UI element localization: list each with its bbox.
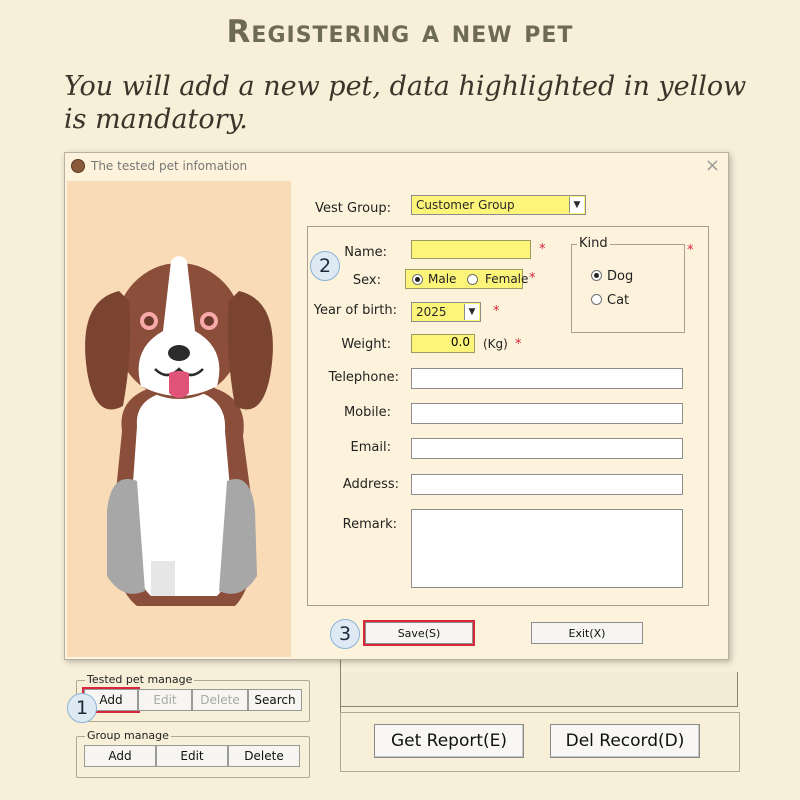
kind-groupbox [571,244,685,333]
sex-required-mark: * [529,271,536,286]
tested-pet-manage-title: Tested pet manage [85,673,195,686]
telephone-label: Telephone: [328,370,399,385]
name-label: Name: [344,245,387,260]
delete-pet-button[interactable]: Delete [192,689,248,711]
mobile-label: Mobile: [343,405,391,420]
instruction-text: You will add a new pet, data highlighted… [64,71,747,135]
kind-title: Kind [577,236,610,251]
weight-unit: (Kg) [483,337,508,351]
step-marker-3: 3 [330,619,360,649]
chevron-down-icon[interactable]: ▼ [569,197,584,213]
group-manage-title: Group manage [85,729,171,742]
name-input[interactable] [411,240,531,259]
tested-pet-manage-buttons: Add Edit Delete Search [82,687,302,713]
address-input[interactable] [411,474,683,495]
save-button[interactable]: Save(S) [363,620,475,646]
remark-label: Remark: [342,517,397,532]
address-label: Address: [342,477,399,492]
weight-label: Weight: [341,337,391,352]
exit-button[interactable]: Exit(X) [531,622,643,644]
del-record-button[interactable]: Del Record(D) [550,724,700,758]
heading: Registering a new pet [226,14,574,50]
sex-label: Sex: [352,273,381,288]
weight-input[interactable]: 0.0 [411,334,475,353]
name-required-mark: * [539,242,546,257]
sex-female-label: Female [485,272,529,286]
add-group-button[interactable]: Add [84,745,156,767]
close-icon[interactable]: × [705,155,720,176]
sex-female-radio[interactable] [467,274,478,285]
email-label: Email: [350,440,391,455]
vest-group-label: Vest Group: [315,201,391,216]
group-manage-buttons: Add Edit Delete [84,745,300,767]
sex-male-label: Male [428,272,457,286]
kind-required-mark: * [687,243,694,258]
paw-icon [71,159,85,173]
search-pet-button[interactable]: Search [248,689,302,711]
year-of-birth-value: 2025 [416,305,447,319]
vest-group-select[interactable]: Customer Group ▼ [411,195,586,215]
delete-group-button[interactable]: Delete [228,745,300,767]
edit-group-button[interactable]: Edit [156,745,228,767]
dog-illustration [85,256,273,606]
kind-dog-label: Dog [607,269,634,284]
kind-cat-radio[interactable] [591,294,602,305]
weight-required-mark: * [515,337,522,352]
year-required-mark: * [493,304,500,319]
sex-male-radio[interactable] [412,274,423,285]
pet-image-pane [67,181,291,657]
get-report-button[interactable]: Get Report(E) [374,724,524,758]
edit-pet-button[interactable]: Edit [138,689,192,711]
mobile-input[interactable] [411,403,683,424]
telephone-input[interactable] [411,368,683,389]
year-of-birth-label: Year of birth: [313,303,397,318]
year-of-birth-select[interactable]: 2025 ▼ [411,302,481,322]
kind-cat-label: Cat [607,293,630,308]
vest-group-value: Customer Group [416,198,515,212]
step-marker-1: 1 [67,693,97,723]
remark-textarea[interactable] [411,509,683,588]
background-log-area [340,672,738,707]
dialog-titlebar: The tested pet infomation × [65,153,728,181]
kind-dog-radio[interactable] [591,270,602,281]
chevron-down-icon[interactable]: ▼ [464,304,479,320]
email-input[interactable] [411,438,683,459]
dialog-title: The tested pet infomation [91,159,248,173]
pet-info-dialog: The tested pet infomation × Vest Group: … [64,152,729,660]
